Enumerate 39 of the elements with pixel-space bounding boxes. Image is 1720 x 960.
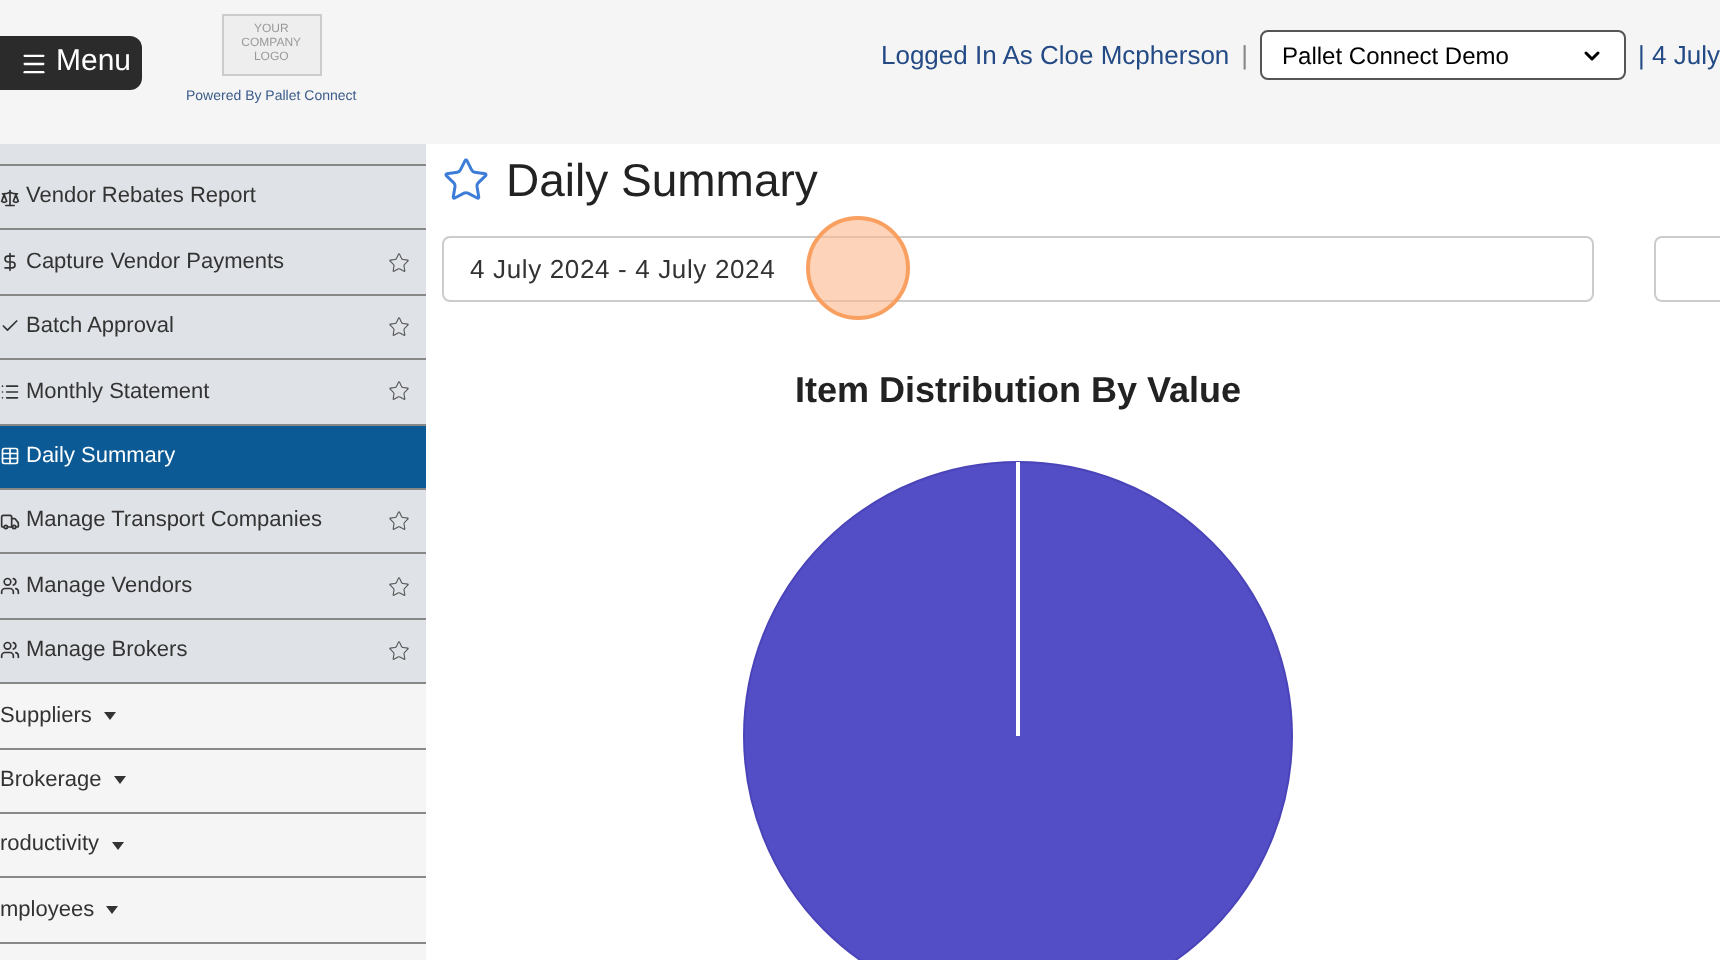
date-link[interactable]: | 4 July bbox=[1638, 35, 1720, 75]
sidebar-item[interactable]: Batch Approval bbox=[0, 295, 426, 361]
click-indicator bbox=[806, 216, 910, 320]
menu-icon bbox=[20, 49, 48, 77]
star-icon[interactable] bbox=[388, 575, 410, 598]
page-title: Daily Summary bbox=[506, 151, 818, 210]
input-field[interactable] bbox=[1654, 236, 1720, 302]
item-icon bbox=[0, 640, 20, 661]
star-icon[interactable] bbox=[388, 251, 410, 274]
star-icon[interactable] bbox=[388, 639, 410, 662]
sidebar-item[interactable]: Capture Vendor Payments bbox=[0, 230, 426, 296]
item-icon bbox=[0, 381, 20, 402]
item-icon bbox=[0, 252, 20, 273]
sidebar-item[interactable]: Manage Vendors bbox=[0, 554, 426, 620]
separator-text: | bbox=[1241, 37, 1249, 74]
logged-in-text: Logged In As Cloe Mcpherson bbox=[880, 37, 1230, 74]
sidebar-item[interactable]: Daily Summary bbox=[0, 425, 426, 490]
caret-icon bbox=[106, 905, 119, 914]
chart-title: Item Distribution By Value bbox=[794, 368, 1242, 414]
favorite-star-icon[interactable] bbox=[442, 156, 490, 204]
item-icon bbox=[0, 511, 20, 532]
item-icon bbox=[0, 446, 20, 467]
company-select[interactable]: Pallet Connect Demo bbox=[1260, 30, 1627, 80]
item-icon bbox=[0, 187, 20, 208]
item-icon bbox=[0, 576, 20, 597]
caret-icon bbox=[113, 776, 126, 785]
star-icon[interactable] bbox=[388, 380, 410, 403]
sidebar-item[interactable]: Vendor Rebates Report bbox=[0, 166, 426, 231]
menu-button[interactable]: Menu bbox=[0, 36, 142, 90]
date-range-field[interactable]: 4 July 2024 - 4 July 2024 bbox=[442, 236, 1594, 302]
sidebar-dropdown[interactable]: Brokerage bbox=[0, 749, 426, 814]
sidebar-item[interactable]: Monthly Statement bbox=[0, 360, 426, 426]
sidebar-item[interactable]: Manage Transport Companies bbox=[0, 489, 426, 555]
star-icon[interactable] bbox=[388, 510, 410, 533]
item-icon bbox=[0, 316, 20, 337]
caret-icon bbox=[111, 841, 124, 850]
star-icon[interactable] bbox=[388, 315, 410, 338]
sidebar-item[interactable]: Manage Brokers bbox=[0, 619, 426, 685]
caret-icon bbox=[103, 711, 116, 720]
